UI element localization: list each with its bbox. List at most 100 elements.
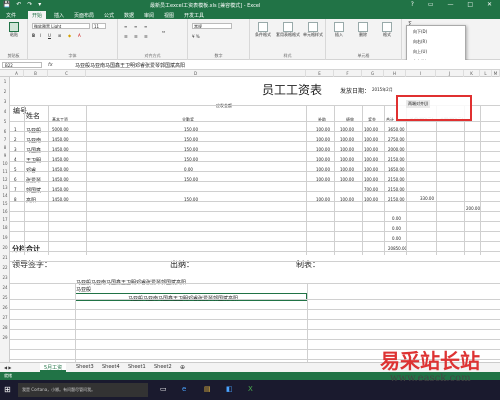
row-header[interactable]: 5 — [0, 119, 10, 124]
col-header[interactable]: B — [24, 70, 48, 77]
store-icon[interactable]: ◧ — [226, 385, 233, 393]
border-icon[interactable]: ⊞ — [58, 33, 61, 38]
row-header[interactable]: 7 — [0, 137, 10, 142]
fill-down-item[interactable]: 向下(D) — [413, 29, 427, 35]
tab-page-layout[interactable]: 页面布局 — [70, 11, 98, 19]
underline-icon[interactable]: U — [48, 33, 51, 38]
sheet-tab-4[interactable]: Sheet4 — [98, 363, 124, 372]
row-header[interactable]: 25 — [0, 295, 10, 300]
window-controls[interactable]: ? ▭ — □ ✕ — [411, 1, 498, 8]
row-header[interactable]: 20 — [0, 245, 10, 250]
font-size-select[interactable]: 11 — [92, 23, 106, 29]
font-color-icon[interactable]: A — [78, 33, 81, 38]
row-header[interactable]: 2 — [0, 89, 10, 94]
prev-sheet-icon[interactable]: ◀ ▶ — [4, 365, 11, 370]
align-top-icon[interactable]: ≡ — [124, 24, 127, 29]
conditional-format-button[interactable]: 条件格式 — [252, 22, 274, 38]
col-header[interactable]: I — [406, 70, 436, 77]
merge-center-icon[interactable]: ⇔ — [162, 29, 165, 34]
fx-icon[interactable]: fx — [48, 62, 53, 68]
sheet-tab-1[interactable]: Sheet1 — [124, 363, 150, 372]
name-box[interactable]: B22 — [2, 62, 42, 68]
col-header[interactable]: G — [362, 70, 384, 77]
bold-icon[interactable]: B — [32, 33, 35, 38]
table-format-button[interactable]: 套用表格格式 — [276, 22, 300, 38]
col-header[interactable]: F — [334, 70, 362, 77]
col-header[interactable]: K — [464, 70, 480, 77]
row-header[interactable]: 8 — [0, 145, 10, 150]
tab-view[interactable]: 视图 — [160, 11, 178, 19]
row-header[interactable]: 15 — [0, 201, 10, 206]
row-header[interactable]: 9 — [0, 153, 10, 158]
row-header[interactable]: 16 — [0, 209, 10, 214]
sheet-tab-2[interactable]: Sheet2 — [150, 363, 176, 372]
row-header[interactable]: 21 — [0, 255, 10, 260]
align-right-icon[interactable]: ☰ — [144, 34, 148, 39]
tab-developer[interactable]: 开发工具 — [180, 11, 208, 19]
cortana-search-box[interactable]: 我是 Cortana，小娜。有问题尽管问我。 — [18, 383, 148, 397]
sheet-tab-may[interactable]: 5月工资 — [40, 363, 67, 372]
paste-button[interactable]: 粘贴 — [4, 22, 24, 38]
fill-color-icon[interactable]: ◆ — [68, 33, 71, 38]
align-left-icon[interactable]: ☰ — [124, 34, 128, 39]
tab-file[interactable]: 文件 — [2, 11, 20, 19]
minimize-icon[interactable]: — — [447, 1, 459, 8]
fill-up-item[interactable]: 向上(U) — [413, 49, 427, 55]
quick-access-toolbar[interactable]: 💾 ↶ ↷ ▾ — [3, 1, 43, 8]
row-header[interactable]: 4 — [0, 109, 10, 114]
tab-home[interactable]: 开始 — [28, 11, 47, 19]
row-header[interactable]: 27 — [0, 315, 10, 320]
row-header[interactable]: 23 — [0, 275, 10, 280]
row-header[interactable]: 13 — [0, 185, 10, 190]
col-header[interactable]: J — [436, 70, 464, 77]
task-view-icon[interactable]: ▭ — [160, 385, 167, 393]
row-header[interactable]: 10 — [0, 161, 10, 166]
tab-data[interactable]: 数据 — [120, 11, 138, 19]
help-icon[interactable]: ? — [411, 1, 420, 8]
tab-formulas[interactable]: 公式 — [100, 11, 118, 19]
col-header[interactable]: E — [306, 70, 334, 77]
row-header[interactable]: 22 — [0, 265, 10, 270]
row-header[interactable]: 12 — [0, 177, 10, 182]
row-header[interactable]: 26 — [0, 305, 10, 310]
row-header[interactable]: 19 — [0, 235, 10, 240]
row-header[interactable]: 6 — [0, 129, 10, 134]
row-header[interactable]: 29 — [0, 335, 10, 340]
col-header[interactable]: D — [86, 70, 306, 77]
row-header[interactable]: 28 — [0, 325, 10, 330]
font-name-select[interactable]: 微软雅黑 Light — [32, 23, 90, 29]
delete-button[interactable]: 删除 — [352, 22, 374, 38]
insert-button[interactable]: 插入 — [328, 22, 350, 38]
maximize-icon[interactable]: □ — [467, 1, 479, 8]
currency-icon[interactable]: ¥ % — [192, 34, 200, 39]
col-header[interactable]: A — [10, 70, 24, 77]
tab-review[interactable]: 审阅 — [140, 11, 158, 19]
align-bottom-icon[interactable]: ≡ — [144, 24, 147, 29]
col-header[interactable]: H — [384, 70, 406, 77]
add-sheet-icon[interactable]: ⊕ — [176, 363, 189, 372]
fill-right-item[interactable]: 向右(R) — [413, 39, 427, 45]
col-header[interactable]: L — [480, 70, 492, 77]
italic-icon[interactable]: I — [40, 33, 41, 38]
format-button[interactable]: 格式 — [376, 22, 398, 38]
align-center-icon[interactable]: ☰ — [134, 34, 138, 39]
row-header[interactable]: 3 — [0, 99, 10, 104]
formula-input[interactable]: 马亚般马亚南马国鑫王卫明邓睿张爱琴郭国斌高阳 — [75, 62, 185, 69]
row-header[interactable]: 11 — [0, 169, 10, 174]
align-middle-icon[interactable]: ≡ — [134, 24, 137, 29]
row-header[interactable]: 1 — [0, 79, 10, 84]
excel-taskbar-icon[interactable]: X — [248, 385, 253, 393]
col-header[interactable]: C — [48, 70, 86, 77]
windows-start-icon[interactable]: ⊞ — [4, 385, 11, 394]
col-header[interactable]: M — [492, 70, 500, 77]
explorer-icon[interactable]: ▤ — [204, 385, 211, 393]
row-header[interactable]: 18 — [0, 225, 10, 230]
row-header[interactable]: 24 — [0, 285, 10, 290]
row-header[interactable]: 14 — [0, 193, 10, 198]
sheet-tab-3[interactable]: Sheet3 — [72, 363, 98, 372]
row-header[interactable]: 17 — [0, 217, 10, 222]
cell-styles-button[interactable]: 单元格样式 — [302, 22, 324, 38]
ribbon-display-icon[interactable]: ▭ — [428, 1, 440, 8]
tab-insert[interactable]: 插入 — [50, 11, 68, 19]
close-icon[interactable]: ✕ — [487, 1, 498, 8]
